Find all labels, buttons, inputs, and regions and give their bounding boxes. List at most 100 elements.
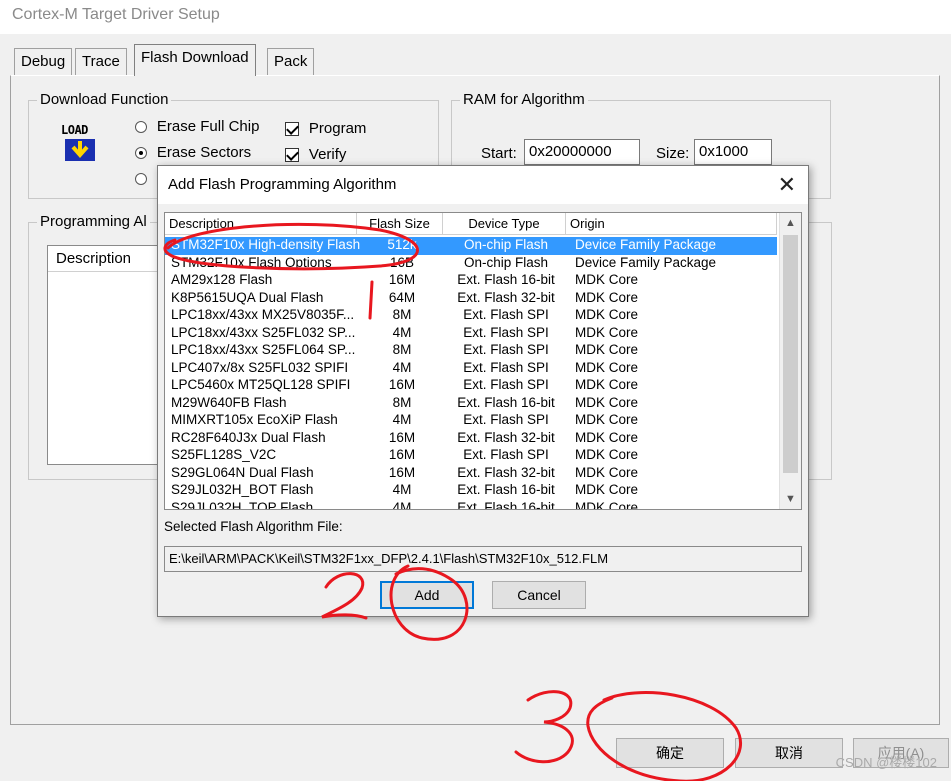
row-origin: MDK Core	[575, 342, 639, 357]
row-device-type: Ext. Flash 32-bit	[457, 429, 555, 445]
row-origin: MDK Core	[575, 377, 639, 392]
tab-pack[interactable]: Pack	[267, 48, 315, 75]
table-row[interactable]: S25FL128S_V2C 16M Ext. Flash SPI MDK Core	[165, 447, 777, 465]
row-flash-size: 16M	[388, 447, 416, 462]
table-row[interactable]: LPC18xx/43xx S25FL032 SP... 4M Ext. Flash …	[165, 325, 777, 343]
erase-sectors-radio[interactable]	[135, 147, 147, 160]
row-origin: MDK Core	[575, 289, 639, 305]
scroll-down-icon[interactable]: ▼	[780, 489, 801, 509]
row-flash-size: 512k	[387, 237, 417, 252]
row-description: LPC407x/8x S25FL032 SPIFI	[171, 359, 349, 375]
verify-option[interactable]: Verify	[285, 146, 346, 163]
table-row[interactable]: AM29x128 Flash 16M Ext. Flash 16-bit MDK Co…	[165, 272, 777, 290]
row-origin: MDK Core	[575, 499, 639, 510]
row-description: S29JL032H_BOT Flash	[171, 482, 314, 497]
ram-start-input[interactable]: 0x20000000	[524, 139, 640, 165]
table-row[interactable]: LPC407x/8x S25FL032 SPIFI 4M Ext. Flash SP…	[165, 360, 777, 378]
table-scrollbar[interactable]: ▲ ▼	[779, 213, 801, 509]
watermark: CSDN @楼楼102	[835, 755, 937, 770]
row-device-type: Ext. Flash SPI	[463, 377, 549, 392]
row-origin: Device Family Package	[575, 237, 717, 252]
ram-size-input[interactable]: 0x1000	[694, 139, 772, 165]
row-device-type: Ext. Flash 16-bit	[457, 482, 555, 497]
table-row[interactable]: STM32F10x High-density Flash 512k On-chip …	[165, 237, 777, 255]
row-description: RC28F640J3x Dual Flash	[171, 429, 326, 445]
row-origin: MDK Core	[575, 394, 639, 410]
table-row[interactable]: S29JL032H_BOT Flash 4M Ext. Flash 16-bit MD…	[165, 482, 777, 500]
row-flash-size: 16M	[388, 464, 416, 480]
table-row[interactable]: S29GL064N Dual Flash 16M Ext. Flash 32-bit…	[165, 465, 777, 483]
column-header-origin[interactable]: Origin	[566, 213, 777, 235]
row-device-type: Ext. Flash SPI	[463, 447, 549, 462]
row-device-type: Ext. Flash 16-bit	[457, 499, 555, 510]
column-header-description[interactable]: Description	[165, 213, 357, 235]
row-flash-size: 4M	[392, 359, 412, 375]
ram-for-algorithm-label: RAM for Algorithm	[460, 91, 588, 108]
table-row[interactable]: S29JL032H_TOP Flash 4M Ext. Flash 16-bit MD…	[165, 499, 777, 510]
add-button[interactable]: Add	[380, 581, 474, 609]
row-flash-size: 8M	[392, 307, 412, 322]
column-header-flash-size[interactable]: Flash Size	[357, 213, 443, 235]
table-row[interactable]: MIMXRT105x EcoXiP Flash 4M Ext. Flash SPI M…	[165, 412, 777, 430]
erase-full-chip-option[interactable]: Erase Full Chip	[135, 118, 259, 135]
row-origin: MDK Core	[575, 464, 639, 480]
row-flash-size: 16B	[389, 254, 415, 270]
selected-file-path[interactable]: E:\keil\ARM\PACK\Keil\STM32F1xx_DFP\2.4.…	[164, 546, 802, 572]
tab-strip: Debug Trace Flash Download Pack	[0, 44, 951, 76]
ok-button[interactable]: 确定	[616, 738, 724, 768]
program-option[interactable]: Program	[285, 120, 366, 137]
row-flash-size: 4M	[392, 324, 412, 340]
add-flash-algorithm-dialog: Add Flash Programming Algorithm ✕ Descri…	[157, 165, 809, 617]
row-description: STM32F10x Flash Options	[171, 254, 332, 270]
tab-flash-download[interactable]: Flash Download	[134, 44, 256, 76]
table-row[interactable]: STM32F10x Flash Options 16B On-chip Flash D…	[165, 255, 777, 273]
algorithm-table[interactable]: Description Flash Size Device Type Origi…	[164, 212, 802, 510]
tab-trace[interactable]: Trace	[75, 48, 127, 75]
row-origin: Device Family Package	[575, 254, 717, 270]
table-row[interactable]: LPC5460x MT25QL128 SPIFI 16M Ext. Flash SP…	[165, 377, 777, 395]
tab-debug[interactable]: Debug	[14, 48, 73, 75]
row-origin: MDK Core	[575, 412, 639, 427]
row-origin: MDK Core	[575, 447, 639, 462]
row-origin: MDK Core	[575, 324, 639, 340]
table-row[interactable]: LPC18xx/43xx MX25V8035F... 8M Ext. Flash S…	[165, 307, 777, 325]
row-description: MIMXRT105x EcoXiP Flash	[171, 412, 338, 427]
row-description: AM29x128 Flash	[171, 272, 273, 287]
row-description: LPC18xx/43xx S25FL032 SP...	[171, 324, 356, 340]
row-description: M29W640FB Flash	[171, 394, 287, 410]
row-flash-size: 16M	[388, 429, 416, 445]
table-row[interactable]: LPC18xx/43xx S25FL064 SP... 8M Ext. Flash …	[165, 342, 777, 360]
verify-checkbox[interactable]	[285, 148, 299, 163]
erase-full-chip-radio[interactable]	[135, 121, 147, 134]
row-description: S29JL032H_TOP Flash	[171, 499, 314, 510]
scroll-up-icon[interactable]: ▲	[780, 213, 801, 233]
row-origin: MDK Core	[575, 272, 639, 287]
table-row[interactable]: M29W640FB Flash 8M Ext. Flash 16-bit MDK Co…	[165, 395, 777, 413]
row-description: LPC5460x MT25QL128 SPIFI	[171, 377, 351, 392]
row-origin: MDK Core	[575, 359, 639, 375]
row-flash-size: 16M	[388, 377, 416, 392]
row-device-type: On-chip Flash	[463, 237, 549, 252]
programming-algorithm-label: Programming Al	[37, 213, 150, 230]
row-device-type: Ext. Flash SPI	[463, 359, 549, 375]
table-row[interactable]: RC28F640J3x Dual Flash 16M Ext. Flash 32-b…	[165, 430, 777, 448]
cancel-button[interactable]: Cancel	[492, 581, 586, 609]
do-not-erase-option[interactable]	[135, 170, 147, 186]
scroll-thumb[interactable]	[783, 235, 798, 473]
row-flash-size: 8M	[392, 394, 412, 410]
window-title-bar: Cortex-M Target Driver Setup	[0, 0, 951, 34]
close-icon[interactable]: ✕	[778, 172, 796, 198]
row-device-type: Ext. Flash SPI	[463, 412, 549, 427]
column-header-device-type[interactable]: Device Type	[443, 213, 566, 235]
do-not-erase-radio[interactable]	[135, 173, 147, 186]
program-checkbox[interactable]	[285, 122, 299, 137]
row-description: K8P5615UQA Dual Flash	[171, 289, 324, 305]
selected-file-label: Selected Flash Algorithm File:	[164, 519, 343, 534]
row-description: S25FL128S_V2C	[171, 447, 277, 462]
footer-cancel-button[interactable]: 取消	[735, 738, 843, 768]
erase-sectors-option[interactable]: Erase Sectors	[135, 144, 251, 161]
row-origin: MDK Core	[575, 429, 639, 445]
ram-start-label: Start:	[481, 145, 517, 162]
table-row[interactable]: K8P5615UQA Dual Flash 64M Ext. Flash 32-bi…	[165, 290, 777, 308]
row-origin: MDK Core	[575, 482, 639, 497]
